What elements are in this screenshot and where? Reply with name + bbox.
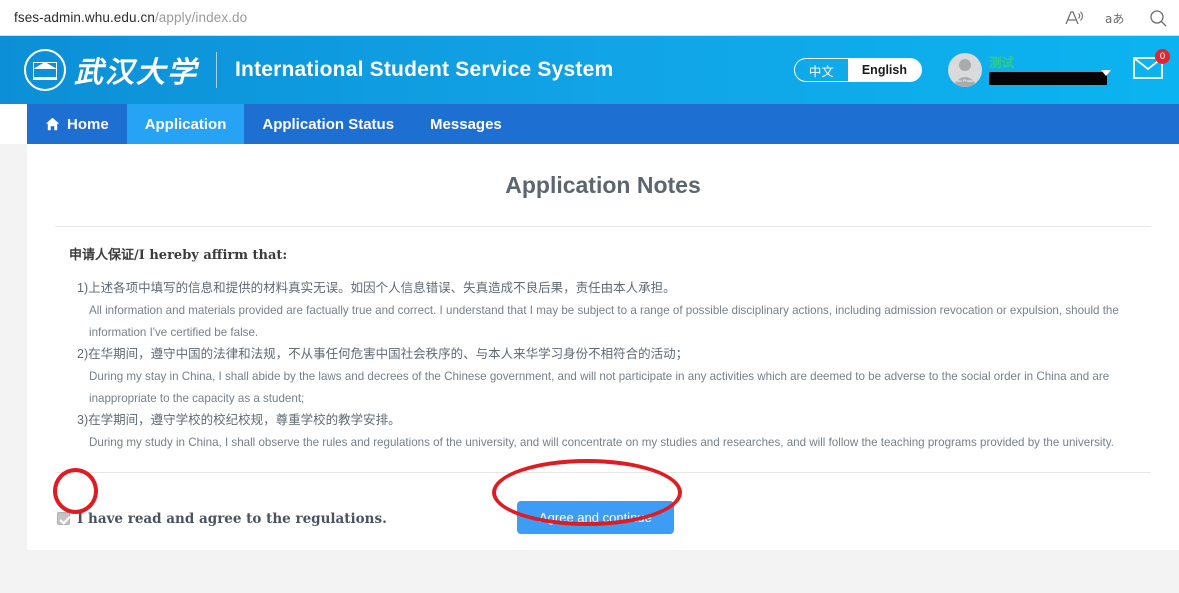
nav-item-application-status-label: Application Status (262, 115, 395, 133)
language-option-english[interactable]: English (847, 59, 921, 81)
site-header: 武汉大学 International Student Service Syste… (0, 36, 1179, 104)
university-seal-icon (24, 49, 66, 91)
main-navigation: Home Application Application Status Mess… (27, 104, 1179, 144)
home-icon (45, 117, 60, 131)
read-aloud-icon[interactable] (1065, 10, 1083, 26)
logo-divider (216, 52, 218, 88)
agree-checkbox-label: I have read and agree to the regulations… (77, 510, 387, 527)
user-meta: 测试 (989, 55, 1111, 85)
url-domain: fses-admin.whu.edu.cn (14, 10, 155, 25)
find-on-page-icon[interactable] (1149, 9, 1167, 27)
language-option-chinese[interactable]: 中文 (795, 59, 848, 81)
browser-toolbar-icons: aあ (1065, 0, 1167, 36)
page-title: Application Notes (505, 172, 701, 198)
nav-item-messages[interactable]: Messages (412, 104, 520, 144)
clause-1-en: All information and materials provided a… (89, 304, 1119, 339)
site-logo[interactable]: 武汉大学 (24, 49, 198, 91)
nav-item-application-label: Application (144, 115, 227, 133)
messages-button[interactable]: 0 (1133, 48, 1170, 84)
clause-3-en: During my study in China, I shall observ… (89, 436, 1114, 449)
avatar-head (959, 59, 971, 71)
messages-count-badge: 0 (1155, 48, 1170, 64)
url-path: /apply/index.do (154, 10, 248, 25)
avatar: No Photo (948, 53, 982, 87)
nav-item-home-label: Home (67, 115, 109, 133)
user-name: 测试 (989, 55, 1015, 70)
nav-item-home[interactable]: Home (27, 104, 127, 144)
clause-2-cn: 2)在华期间，遵守中国的法律和法规，不从事任何危害中国社会秩序的、与本人来华学习… (77, 347, 689, 361)
agree-checkbox[interactable] (57, 512, 70, 525)
clause-1-cn: 1)上述各项中填写的信息和提供的材料真实无误。如因个人信息错误、失真造成不良后果… (77, 281, 676, 295)
browser-url-bar[interactable]: fses-admin.whu.edu.cn/apply/index.do aあ (0, 0, 1179, 36)
language-toggle[interactable]: 中文 English (793, 58, 922, 82)
agree-and-continue-button[interactable]: Agree and continue (517, 500, 674, 534)
application-notes-card: Application Notes 申请人保证/I hereby affirm … (27, 144, 1179, 550)
nav-item-application[interactable]: Application (126, 104, 245, 144)
university-name-cn: 武汉大学 (74, 55, 199, 89)
svg-text:aあ: aあ (1105, 12, 1124, 26)
agree-divider (55, 471, 1151, 473)
affirm-heading: 申请人保证/I hereby affirm that: (69, 248, 288, 263)
user-id-redaction (989, 71, 1107, 85)
translate-icon[interactable]: aあ (1105, 10, 1127, 26)
nav-item-messages-label: Messages (430, 115, 502, 133)
user-menu[interactable]: No Photo 测试 (948, 53, 1111, 87)
url-text[interactable]: fses-admin.whu.edu.cn/apply/index.do (14, 10, 247, 25)
agree-row: I have read and agree to the regulations… (27, 495, 1179, 551)
nav-item-application-status[interactable]: Application Status (244, 104, 412, 144)
avatar-placeholder-label: No Photo (956, 78, 974, 83)
clause-2-en: During my stay in China, I shall abide b… (89, 370, 1110, 405)
agree-checkbox-group[interactable]: I have read and agree to the regulations… (57, 511, 387, 527)
site-title: International Student Service System (235, 58, 614, 81)
notes-body: 申请人保证/I hereby affirm that: 1)上述各项中填写的信息… (27, 227, 1179, 454)
clause-3-cn: 3)在学期间，遵守学校的校纪校规，尊重学校的教学安排。 (77, 413, 401, 427)
header-right-group: 中文 English No Photo 测试 0 (793, 36, 1179, 104)
chevron-down-icon[interactable] (1101, 69, 1111, 76)
